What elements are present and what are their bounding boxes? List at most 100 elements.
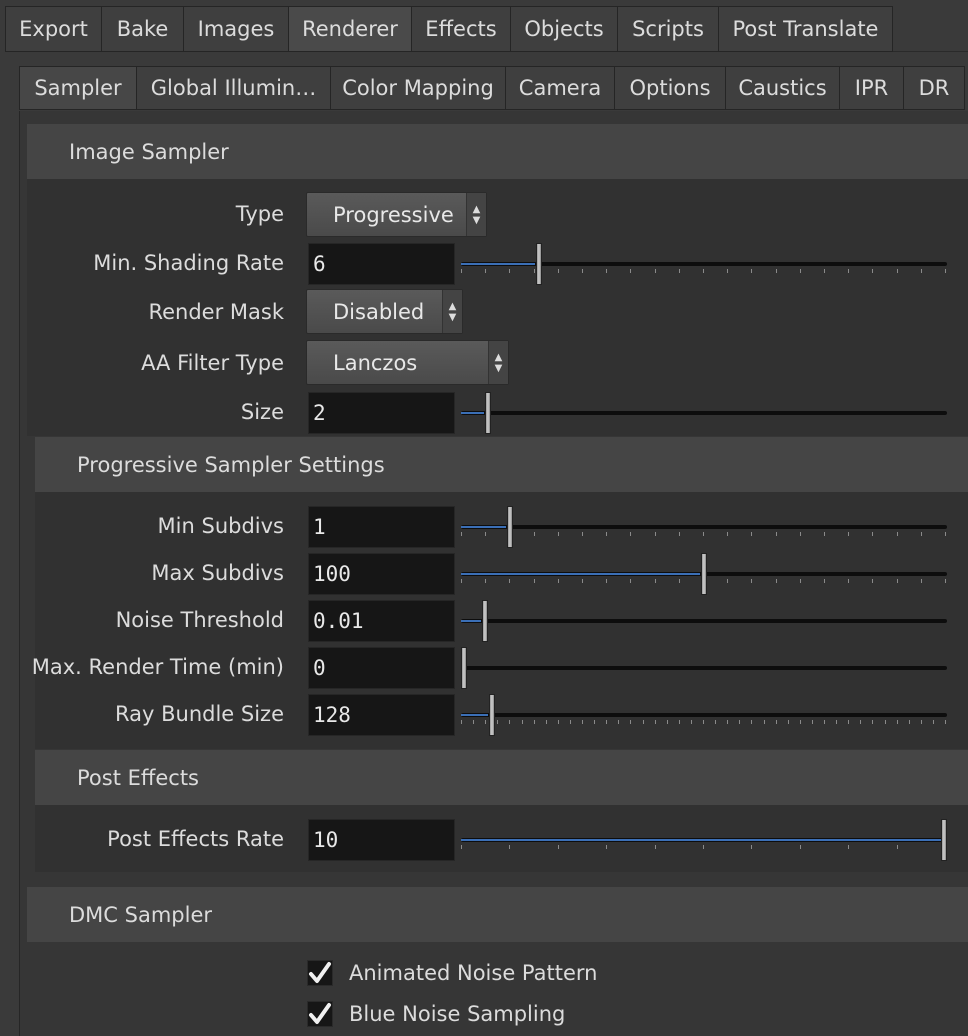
slider-handle[interactable]: [484, 392, 491, 434]
max-render-time-slider[interactable]: [461, 647, 947, 689]
max-render-time-field[interactable]: 0: [308, 647, 455, 689]
slider-tick: [921, 720, 922, 724]
slider-tick: [751, 845, 752, 849]
dmc-sampler-header[interactable]: DMC Sampler: [27, 887, 968, 942]
noise-threshold-field[interactable]: 0.01: [308, 600, 455, 642]
tab-effects[interactable]: Effects: [411, 6, 510, 52]
slider-tick: [522, 720, 523, 724]
tab-options[interactable]: Options: [614, 66, 725, 110]
ray-bundle-size-slider[interactable]: [461, 694, 947, 736]
slider-tick: [558, 720, 559, 724]
min-subdivs-row: Min Subdivs 1: [0, 506, 968, 548]
slider-fill: [461, 573, 700, 575]
tab-sampler[interactable]: Sampler: [19, 66, 136, 110]
image-sampler-title: Image Sampler: [69, 139, 229, 164]
slider-tick: [727, 720, 728, 724]
ray-bundle-size-field[interactable]: 128: [308, 694, 455, 736]
slider-tick: [606, 579, 607, 583]
post-effects-rate-field[interactable]: 10: [308, 819, 455, 861]
ray-bundle-size-label: Ray Bundle Size: [115, 702, 284, 726]
blue-noise-label: Blue Noise Sampling: [349, 1002, 566, 1026]
size-field[interactable]: 2: [308, 392, 455, 434]
slider-handle[interactable]: [535, 243, 542, 285]
slider-tick: [872, 579, 873, 583]
slider-handle[interactable]: [701, 553, 707, 595]
slider-tick: [945, 579, 946, 583]
render-mask-value: Disabled: [333, 299, 425, 324]
min-shading-rate-slider[interactable]: [461, 243, 947, 285]
slider-handle[interactable]: [489, 694, 496, 736]
slider-tick: [872, 720, 873, 724]
tab-renderer[interactable]: Renderer: [288, 6, 411, 52]
tab-ipr[interactable]: IPR: [839, 66, 903, 110]
post-effects-rate-slider[interactable]: [461, 819, 947, 861]
slider-tick: [848, 845, 849, 849]
slider-tick: [945, 269, 946, 273]
max-render-time-label: Max. Render Time (min): [31, 655, 284, 679]
noise-threshold-slider[interactable]: [461, 600, 947, 642]
slider-tick: [655, 269, 656, 273]
tab-caustics[interactable]: Caustics: [725, 66, 839, 110]
slider-tick: [594, 720, 595, 724]
slider-handle[interactable]: [941, 819, 947, 861]
tab-export[interactable]: Export: [5, 6, 101, 52]
image-sampler-header[interactable]: Image Sampler: [27, 124, 968, 179]
tab-dr[interactable]: DR: [903, 66, 965, 110]
slider-tick: [606, 845, 607, 849]
slider-fill: [461, 714, 489, 716]
render-mask-dropdown[interactable]: Disabled ▲ ▼: [306, 289, 463, 334]
slider-tick: [848, 269, 849, 273]
tab-images[interactable]: Images: [183, 6, 288, 52]
slider-tick: [897, 720, 898, 724]
slider-tick: [485, 579, 486, 583]
min-subdivs-slider[interactable]: [461, 506, 947, 548]
slider-tick: [630, 720, 631, 724]
slider-tick: [751, 269, 752, 273]
slider-tick: [485, 720, 486, 724]
slider-tick: [945, 532, 946, 536]
slider-tick: [776, 532, 777, 536]
blue-noise-checkbox[interactable]: [307, 1001, 333, 1027]
slider-tick: [776, 269, 777, 273]
slider-tick: [751, 532, 752, 536]
tab-color-mapping[interactable]: Color Mapping: [330, 66, 505, 110]
slider-tick: [679, 269, 680, 273]
slider-tick: [824, 579, 825, 583]
slider-fill: [461, 263, 535, 265]
tab-bake[interactable]: Bake: [101, 6, 183, 52]
size-slider[interactable]: [461, 392, 947, 434]
slider-tick: [800, 720, 801, 724]
render-mask-label: Render Mask: [148, 300, 284, 324]
max-subdivs-field[interactable]: 100: [308, 553, 455, 595]
tab-scripts[interactable]: Scripts: [617, 6, 718, 52]
aa-filter-type-dropdown[interactable]: Lanczos ▲ ▼: [306, 340, 509, 385]
slider-tick: [558, 269, 559, 273]
progressive-sampler-header[interactable]: Progressive Sampler Settings: [35, 437, 968, 492]
tab-post-translate[interactable]: Post Translate: [718, 6, 893, 52]
tab-camera[interactable]: Camera: [505, 66, 614, 110]
tab-global-illumination[interactable]: Global Illumin…: [136, 66, 330, 110]
slider-tick: [872, 269, 873, 273]
max-subdivs-slider[interactable]: [461, 553, 947, 595]
slider-handle[interactable]: [506, 506, 513, 548]
slider-tick: [655, 579, 656, 583]
min-shading-rate-field[interactable]: 6: [308, 243, 455, 285]
slider-tick: [461, 720, 462, 724]
slider-handle[interactable]: [461, 647, 467, 689]
slider-handle[interactable]: [482, 600, 489, 642]
post-effects-header[interactable]: Post Effects: [35, 750, 968, 805]
slider-tick: [655, 845, 656, 849]
min-subdivs-field[interactable]: 1: [308, 506, 455, 548]
slider-tick: [703, 720, 704, 724]
post-effects-rate-row: Post Effects Rate 10: [0, 819, 968, 861]
type-dropdown[interactable]: Progressive ▲ ▼: [306, 192, 487, 237]
tab-objects[interactable]: Objects: [510, 6, 617, 52]
slider-tick: [727, 532, 728, 536]
type-value: Progressive: [333, 202, 454, 227]
max-subdivs-row: Max Subdivs 100: [0, 553, 968, 595]
animated-noise-checkbox[interactable]: [307, 960, 333, 986]
slider-track: [461, 411, 947, 415]
slider-tick: [848, 579, 849, 583]
noise-threshold-row: Noise Threshold 0.01: [0, 600, 968, 642]
aa-filter-type-row: AA Filter Type Lanczos ▲ ▼: [0, 340, 968, 385]
